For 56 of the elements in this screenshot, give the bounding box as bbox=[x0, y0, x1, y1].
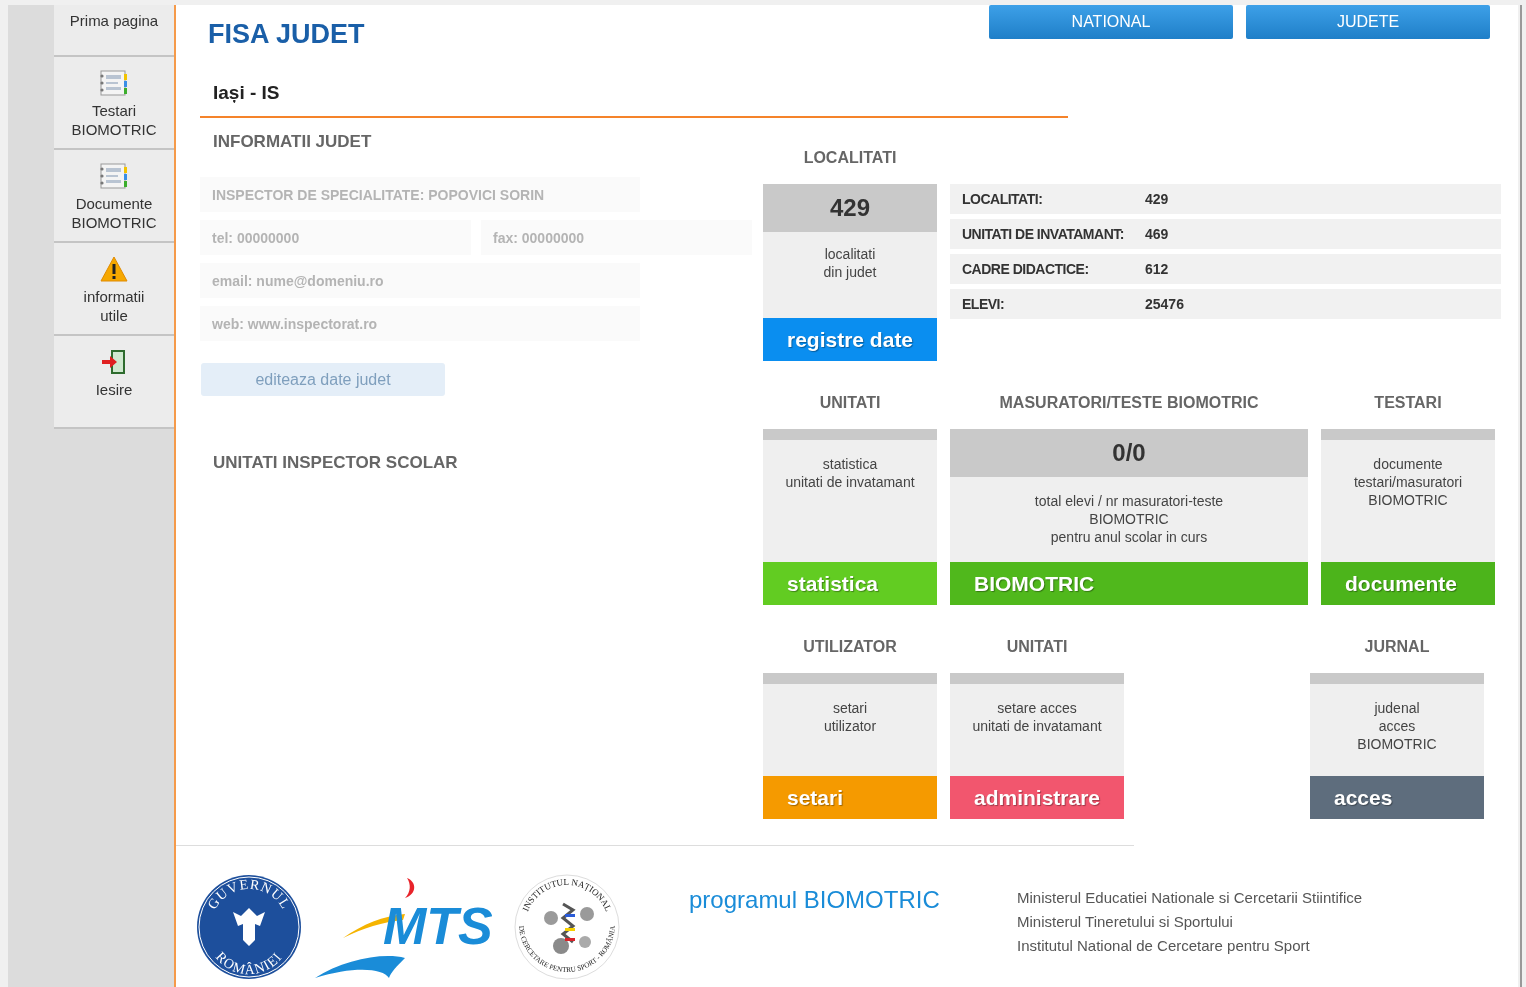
stat-label: ELEVI: bbox=[962, 296, 1006, 312]
tile-heading: UTILIZATOR bbox=[802, 637, 898, 657]
edit-button[interactable]: editeaza date judet bbox=[201, 363, 445, 396]
tile-description: documente testari/masuratori BIOMOTRIC bbox=[1352, 455, 1464, 510]
stat-value: 25476 bbox=[1145, 296, 1184, 312]
tile-description: statistica unitati de invatamant bbox=[784, 455, 916, 492]
info-field: email: nume@domeniu.ro bbox=[200, 263, 640, 298]
sidebar-item[interactable]: Documente BIOMOTRIC bbox=[54, 150, 174, 243]
nav-button[interactable]: NATIONAL bbox=[989, 5, 1233, 39]
tile-heading: JURNAL bbox=[1363, 637, 1431, 657]
tile-heading: LOCALITATI bbox=[802, 148, 898, 168]
tile-heading: TESTARI bbox=[1373, 393, 1443, 413]
tile-heading: UNITATI bbox=[818, 393, 882, 413]
stat-value: 612 bbox=[1145, 261, 1169, 277]
county-name: Iași - IS bbox=[213, 82, 280, 104]
section-heading: INFORMATII JUDET bbox=[213, 132, 373, 152]
stat-label: CADRE DIDACTICE: bbox=[962, 261, 1090, 277]
stat-label: UNITATI DE INVATAMANT: bbox=[962, 226, 1125, 242]
stat-value: 469 bbox=[1145, 226, 1169, 242]
tile-description: setari utilizator bbox=[822, 699, 878, 736]
info-field: fax: 00000000 bbox=[481, 220, 752, 255]
stat-label: LOCALITATI: bbox=[962, 191, 1044, 207]
stat-value: 429 bbox=[1145, 191, 1169, 207]
tile-heading: MASURATORI/TESTE BIOMOTRIC bbox=[998, 393, 1260, 413]
info-field: INSPECTOR DE SPECIALITATE: POPOVICI SORIN bbox=[200, 177, 640, 212]
institution-name: Ministerul Educatiei Nationale si Cercetarii Stiintifice bbox=[1017, 888, 1363, 908]
tile-description: judenal acces BIOMOTRIC bbox=[1356, 699, 1438, 754]
tile-button[interactable]: setari bbox=[763, 776, 937, 819]
tile-value: 0/0 bbox=[950, 429, 1308, 477]
tile-button[interactable]: administrare bbox=[950, 776, 1124, 819]
nav-button[interactable]: JUDETE bbox=[1246, 5, 1490, 39]
warning-icon bbox=[99, 255, 129, 283]
sidebar-item[interactable]: Testari BIOMOTRIC bbox=[54, 57, 174, 150]
tile-button[interactable]: documente bbox=[1321, 562, 1495, 605]
program-name: programul BIOMOTRIC bbox=[689, 886, 940, 914]
tile-button[interactable]: acces bbox=[1310, 776, 1484, 819]
notebook-icon bbox=[99, 162, 129, 190]
page-title: FISA JUDET bbox=[208, 19, 365, 50]
tile-button[interactable]: registre date bbox=[763, 318, 937, 361]
sidebar-item[interactable]: Prima pagina bbox=[54, 5, 174, 57]
notebook-icon bbox=[99, 69, 129, 97]
tile-heading: UNITATI bbox=[1005, 637, 1069, 657]
info-field: tel: 00000000 bbox=[200, 220, 471, 255]
tile-value: 429 bbox=[763, 184, 937, 232]
tile-button[interactable]: statistica bbox=[763, 562, 937, 605]
mts-logo-drawing: MTS bbox=[313, 874, 503, 980]
institution-name: Institutul National de Cercetare pentru Sport bbox=[1017, 936, 1311, 956]
tile-description: localitati din judet bbox=[822, 245, 878, 282]
tile-description: total elevi / nr masuratori-teste BIOMOTRIC pentru anul scolar in curs bbox=[1033, 492, 1225, 547]
institution-name: Ministerul Tineretului si Sportului bbox=[1017, 912, 1234, 932]
info-field: web: www.inspectorat.ro bbox=[200, 306, 640, 341]
sidebar-item[interactable]: Iesire bbox=[54, 336, 174, 429]
sidebar-item[interactable]: informatii utile bbox=[54, 243, 174, 336]
tile-button[interactable]: BIOMOTRIC bbox=[950, 562, 1308, 605]
section-heading: UNITATI INSPECTOR SCOLAR bbox=[213, 453, 459, 473]
tile-description: setare acces unitati de invatamant bbox=[971, 699, 1103, 736]
